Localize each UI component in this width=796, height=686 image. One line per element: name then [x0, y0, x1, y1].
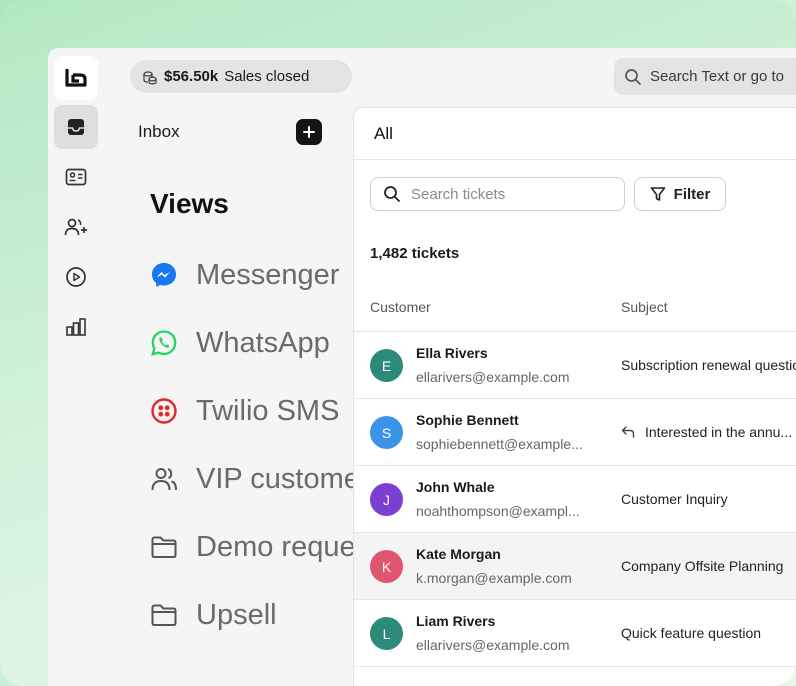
- global-search-placeholder: Search Text or go to: [650, 68, 784, 85]
- ticket-row[interactable]: J John Whale noahthompson@exampl... Cust…: [354, 466, 796, 533]
- coins-icon: [143, 70, 157, 84]
- column-header-customer[interactable]: Customer: [370, 299, 431, 315]
- play-circle-icon: [66, 267, 86, 287]
- nav-rail: [48, 48, 104, 686]
- ticket-subject: Customer Inquiry: [621, 491, 728, 507]
- add-view-button[interactable]: [296, 119, 322, 145]
- ticket-search-placeholder: Search tickets: [411, 185, 506, 203]
- filter-icon: [650, 187, 665, 201]
- view-item-messenger[interactable]: Messenger: [150, 255, 339, 295]
- customer-email: ellarivers@example.com: [416, 369, 570, 385]
- id-card-icon: [65, 168, 87, 186]
- bar-chart-icon: [66, 318, 86, 336]
- app-window: $56.50k Sales closed Search Text or go t…: [48, 48, 796, 686]
- customer-name: John Whale: [416, 479, 495, 495]
- filter-label: Filter: [673, 185, 711, 203]
- customer-name: Kate Morgan: [416, 546, 501, 562]
- view-item-vip-customers[interactable]: VIP customers: [150, 459, 384, 499]
- view-item-label: Twilio SMS: [196, 394, 340, 427]
- customer-email: noahthompson@exampl...: [416, 503, 580, 519]
- ticket-subject-text: Interested in the annu...: [645, 424, 793, 440]
- reply-icon: [621, 426, 635, 438]
- twilio-icon: [150, 397, 178, 425]
- view-item-twilio-sms[interactable]: Twilio SMS: [150, 391, 339, 431]
- view-item-whatsapp[interactable]: WhatsApp: [150, 323, 330, 363]
- inbox-icon: [68, 119, 84, 135]
- ticket-count: 1,482 tickets: [370, 245, 460, 262]
- column-header-subject[interactable]: Subject: [621, 299, 668, 315]
- ticket-row-selected[interactable]: K Kate Morgan k.morgan@example.com Compa…: [354, 533, 796, 600]
- customer-email: ellarivers@example.com: [416, 637, 570, 653]
- sales-amount: $56.50k: [164, 68, 219, 85]
- ticket-subject-text: Quick feature question: [621, 625, 762, 641]
- ticket-tab-all[interactable]: All: [354, 108, 796, 160]
- logo-icon: [65, 69, 87, 87]
- ticket-search-input[interactable]: Search tickets: [370, 177, 625, 211]
- ticket-row[interactable]: S Sophie Bennett sophiebennett@example..…: [354, 399, 796, 466]
- global-search-input[interactable]: Search Text or go to: [614, 58, 796, 95]
- avatar: K: [370, 550, 403, 583]
- inbox-heading: Inbox: [138, 122, 180, 141]
- avatar: S: [370, 416, 403, 449]
- folder-icon: [150, 601, 178, 629]
- search-icon: [384, 186, 400, 202]
- app-logo[interactable]: [54, 56, 98, 100]
- reports-nav-button[interactable]: [54, 305, 98, 349]
- users-icon: [150, 465, 178, 493]
- filter-button[interactable]: Filter: [634, 177, 726, 211]
- view-item-label: Upsell: [196, 598, 277, 631]
- plus-icon: [303, 126, 315, 138]
- play-nav-button[interactable]: [54, 255, 98, 299]
- ticket-subject-text: Subscription renewal question: [621, 357, 796, 373]
- ticket-panel: All Search tickets Filter 1,482 tickets …: [353, 107, 796, 686]
- sales-label: Sales closed: [224, 68, 310, 85]
- whatsapp-icon: [150, 329, 178, 357]
- view-item-label: WhatsApp: [196, 326, 330, 359]
- team-nav-button[interactable]: [54, 205, 98, 249]
- view-item-upsell[interactable]: Upsell: [150, 595, 277, 635]
- messenger-icon: [150, 261, 178, 289]
- ticket-subject: Company Offsite Planning: [621, 558, 783, 574]
- ticket-subject: Subscription renewal question: [621, 357, 796, 373]
- avatar: L: [370, 617, 403, 650]
- ticket-row[interactable]: L Liam Rivers ellarivers@example.com Qui…: [354, 600, 796, 667]
- customer-name: Liam Rivers: [416, 613, 496, 629]
- ticket-subject-text: Customer Inquiry: [621, 491, 728, 507]
- inbox-nav-button[interactable]: [54, 105, 98, 149]
- add-users-icon: [64, 218, 87, 236]
- ticket-subject: Quick feature question: [621, 625, 761, 641]
- ticket-subject-text: Company Offsite Planning: [621, 558, 784, 574]
- customer-name: Sophie Bennett: [416, 412, 519, 428]
- contacts-nav-button[interactable]: [54, 155, 98, 199]
- folder-icon: [150, 533, 178, 561]
- views-heading: Views: [150, 188, 229, 219]
- avatar: J: [370, 483, 403, 516]
- ticket-row[interactable]: E Ella Rivers ellarivers@example.com Sub…: [354, 332, 796, 399]
- avatar: E: [370, 349, 403, 382]
- view-item-label: Messenger: [196, 258, 340, 291]
- sales-closed-badge[interactable]: $56.50k Sales closed: [130, 60, 352, 93]
- search-icon: [625, 68, 641, 85]
- ticket-tab-label: All: [374, 123, 393, 143]
- customer-name: Ella Rivers: [416, 345, 488, 361]
- customer-email: k.morgan@example.com: [416, 570, 572, 586]
- customer-email: sophiebennett@example...: [416, 436, 583, 452]
- background-frame: $56.50k Sales closed Search Text or go t…: [0, 0, 796, 686]
- ticket-subject: Interested in the annu...: [621, 424, 792, 440]
